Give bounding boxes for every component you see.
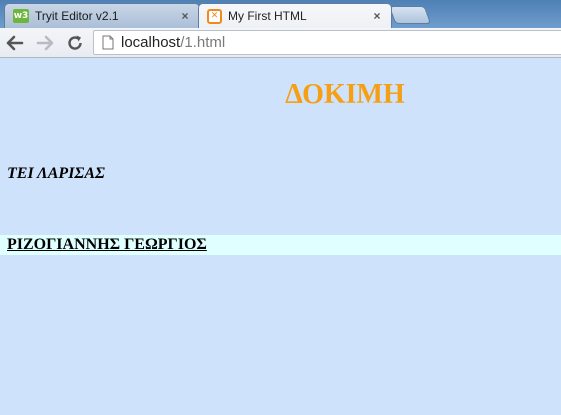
tab-tryit-editor[interactable]: w3 Tryit Editor v2.1 × xyxy=(4,3,200,28)
tab-strip: w3 Tryit Editor v2.1 × ✕ My First HTML × xyxy=(0,0,561,28)
page-heading: ΔΟΚΙΜΗ xyxy=(285,79,405,110)
tab-title: My First HTML xyxy=(228,9,307,23)
new-tab-button[interactable] xyxy=(388,6,432,24)
url-host: localhost xyxy=(121,34,181,51)
address-bar[interactable]: localhost/1.html xyxy=(93,30,561,55)
reload-icon xyxy=(68,35,82,50)
school-name: ΤΕΙ ΛΑΡΙΣΑΣ xyxy=(7,165,105,182)
forward-arrow-icon xyxy=(36,35,54,51)
page-icon xyxy=(98,33,118,53)
w3schools-icon: w3 xyxy=(13,9,29,23)
toolbar: localhost/1.html xyxy=(0,28,561,58)
tab-title: Tryit Editor v2.1 xyxy=(35,9,119,23)
forward-button[interactable] xyxy=(34,32,56,54)
tab-my-first-html[interactable]: ✕ My First HTML × xyxy=(198,3,392,28)
close-icon[interactable]: × xyxy=(371,9,383,23)
reload-button[interactable] xyxy=(64,32,86,54)
url-path: /1.html xyxy=(180,34,226,51)
page-content: ΔΟΚΙΜΗ ΤΕΙ ΛΑΡΙΣΑΣ ΡΙΖΟΓΙΑΝΝΗΣ ΓΕΩΡΓΙΟΣ xyxy=(0,59,561,415)
back-button[interactable] xyxy=(4,32,26,54)
xampp-icon: ✕ xyxy=(207,8,222,24)
back-arrow-icon xyxy=(6,35,24,51)
author-name: ΡΙΖΟΓΙΑΝΝΗΣ ΓΕΩΡΓΙΟΣ xyxy=(7,236,207,253)
close-icon[interactable]: × xyxy=(179,9,191,23)
